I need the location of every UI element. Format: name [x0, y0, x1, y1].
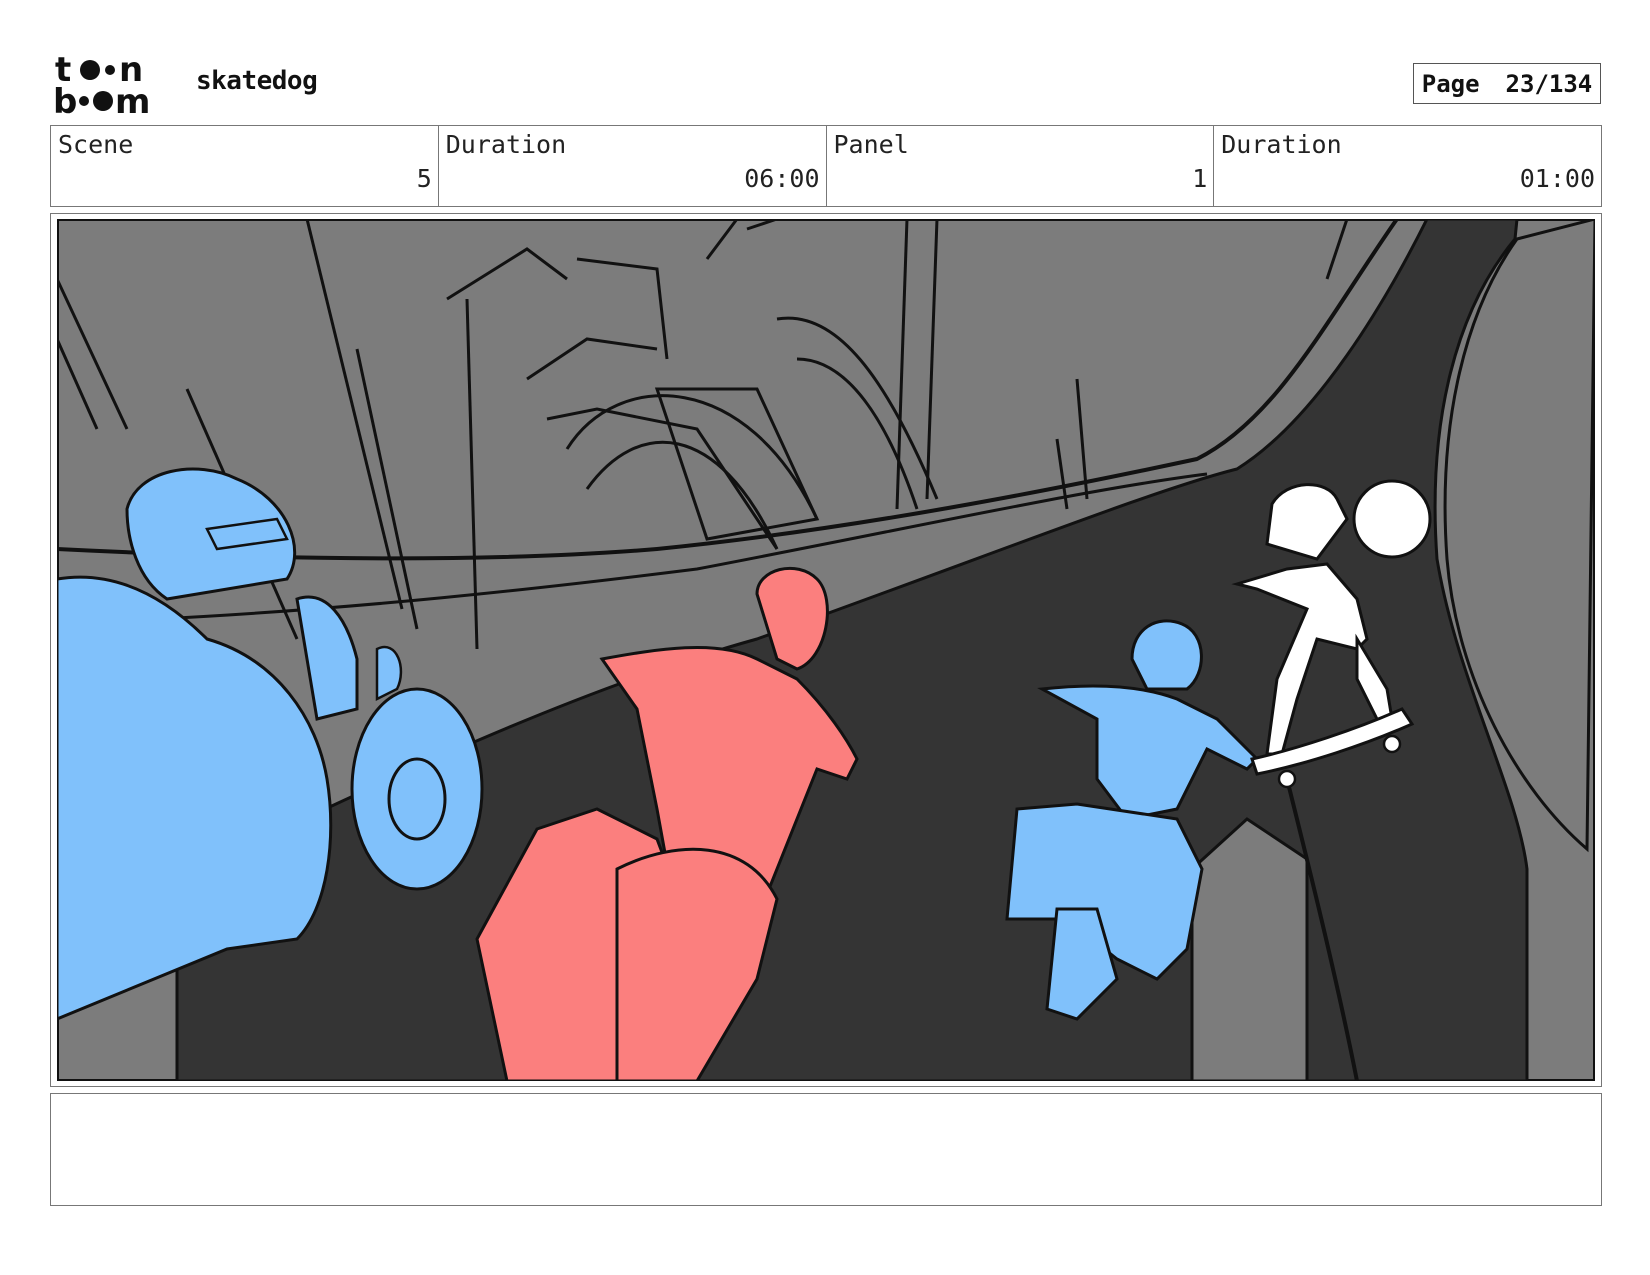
- panel-drawing: [57, 219, 1595, 1081]
- svg-text:b: b: [53, 82, 77, 117]
- page-label: Page: [1421, 69, 1480, 98]
- toon-boom-logo: t n b m: [53, 50, 173, 122]
- scene-label: Scene: [58, 130, 134, 159]
- panel-label: Panel: [833, 130, 909, 159]
- page-number: 23/134: [1505, 69, 1593, 98]
- panel-notes: [50, 1093, 1602, 1206]
- road-barrier: [1190, 817, 1309, 1081]
- scene-duration-cell: Duration 06:00: [439, 126, 827, 206]
- project-title: skatedog: [196, 66, 318, 96]
- panel-cell: Panel 1: [827, 126, 1215, 206]
- panel-duration-label: Duration: [1221, 130, 1342, 159]
- panel-duration-value: 01:00: [1519, 164, 1595, 193]
- page-indicator: Page 23/134: [1413, 63, 1601, 104]
- storyboard-panel: [50, 213, 1602, 1087]
- scene-duration-value: 06:00: [744, 164, 820, 193]
- scene-cell: Scene 5: [51, 126, 439, 206]
- panel-duration-cell: Duration 01:00: [1214, 126, 1601, 206]
- svg-text:m: m: [115, 82, 150, 117]
- scene-info-row: Scene 5 Duration 06:00 Panel 1 Duration …: [50, 125, 1602, 207]
- panel-value: 1: [1192, 164, 1208, 193]
- scene-duration-label: Duration: [445, 130, 567, 159]
- scene-value: 5: [416, 164, 432, 193]
